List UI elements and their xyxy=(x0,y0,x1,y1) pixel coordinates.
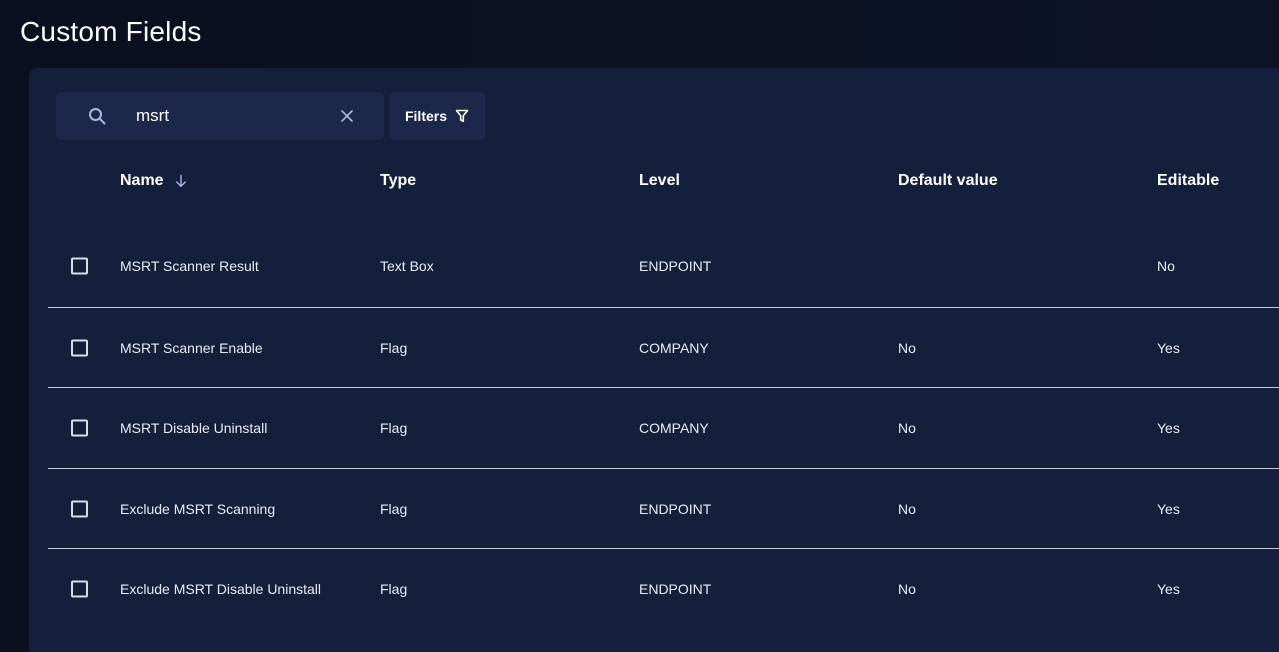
row-checkbox[interactable] xyxy=(71,500,88,518)
row-checkbox[interactable] xyxy=(71,339,88,357)
column-header-name[interactable]: Name xyxy=(120,172,188,190)
row-checkbox[interactable] xyxy=(71,419,88,437)
search-box[interactable] xyxy=(56,92,384,140)
cell-default-value: No xyxy=(898,340,916,356)
cell-editable: Yes xyxy=(1157,420,1180,436)
cell-editable: Yes xyxy=(1157,581,1180,597)
cell-name: MSRT Disable Uninstall xyxy=(120,420,268,436)
row-checkbox[interactable] xyxy=(71,257,88,275)
cell-name: Exclude MSRT Disable Uninstall xyxy=(120,581,322,597)
cell-name: MSRT Scanner Result xyxy=(120,258,259,274)
cell-level: ENDPOINT xyxy=(639,501,712,517)
table-row[interactable]: Exclude MSRT Scanning Flag ENDPOINT No Y… xyxy=(48,468,1279,549)
column-header-label: Level xyxy=(639,172,680,189)
cell-default-value: No xyxy=(898,420,916,436)
close-icon[interactable] xyxy=(340,109,354,123)
column-header-label: Default value xyxy=(898,172,998,189)
table-header: Name Type Level Default value Editable xyxy=(29,166,1279,196)
cell-name: MSRT Scanner Enable xyxy=(120,340,263,356)
cell-editable: Yes xyxy=(1157,340,1180,356)
custom-fields-panel: Filters Name Type Level Default value xyxy=(29,68,1279,652)
table-row[interactable]: MSRT Disable Uninstall Flag COMPANY No Y… xyxy=(48,387,1279,468)
cell-type: Flag xyxy=(380,340,408,356)
column-header-label: Name xyxy=(120,172,164,189)
cell-level: COMPANY xyxy=(639,340,709,356)
sort-descending-icon[interactable] xyxy=(174,174,188,188)
cell-type: Flag xyxy=(380,501,408,517)
cell-level: ENDPOINT xyxy=(639,258,712,274)
cell-level: COMPANY xyxy=(639,420,709,436)
page-title: Custom Fields xyxy=(20,16,202,47)
cell-editable: No xyxy=(1157,258,1175,274)
cell-level: ENDPOINT xyxy=(639,581,712,597)
column-header-editable[interactable]: Editable xyxy=(1157,172,1219,190)
cell-name: Exclude MSRT Scanning xyxy=(120,501,276,517)
table-row[interactable]: MSRT Scanner Result Text Box ENDPOINT No xyxy=(48,226,1279,306)
cell-type: Text Box xyxy=(380,258,434,274)
column-header-type[interactable]: Type xyxy=(380,172,416,190)
filters-button[interactable]: Filters xyxy=(389,92,485,140)
cell-editable: Yes xyxy=(1157,501,1180,517)
table-row[interactable]: MSRT Scanner Enable Flag COMPANY No Yes xyxy=(48,307,1279,388)
row-checkbox[interactable] xyxy=(71,580,88,598)
search-input[interactable] xyxy=(136,104,326,128)
column-header-default-value[interactable]: Default value xyxy=(898,172,998,190)
column-header-label: Type xyxy=(380,172,417,189)
column-header-level[interactable]: Level xyxy=(639,172,680,190)
table-row[interactable]: Exclude MSRT Disable Uninstall Flag ENDP… xyxy=(48,548,1279,629)
cell-default-value: No xyxy=(898,581,916,597)
filters-button-label: Filters xyxy=(404,108,447,124)
cell-default-value: No xyxy=(898,501,916,517)
cell-type: Flag xyxy=(380,581,408,597)
filter-icon xyxy=(455,109,469,123)
search-icon xyxy=(89,108,106,125)
column-header-label: Editable xyxy=(1157,172,1220,189)
cell-type: Flag xyxy=(380,420,408,436)
custom-fields-page: Custom Fields Filters Name xyxy=(0,0,1279,652)
